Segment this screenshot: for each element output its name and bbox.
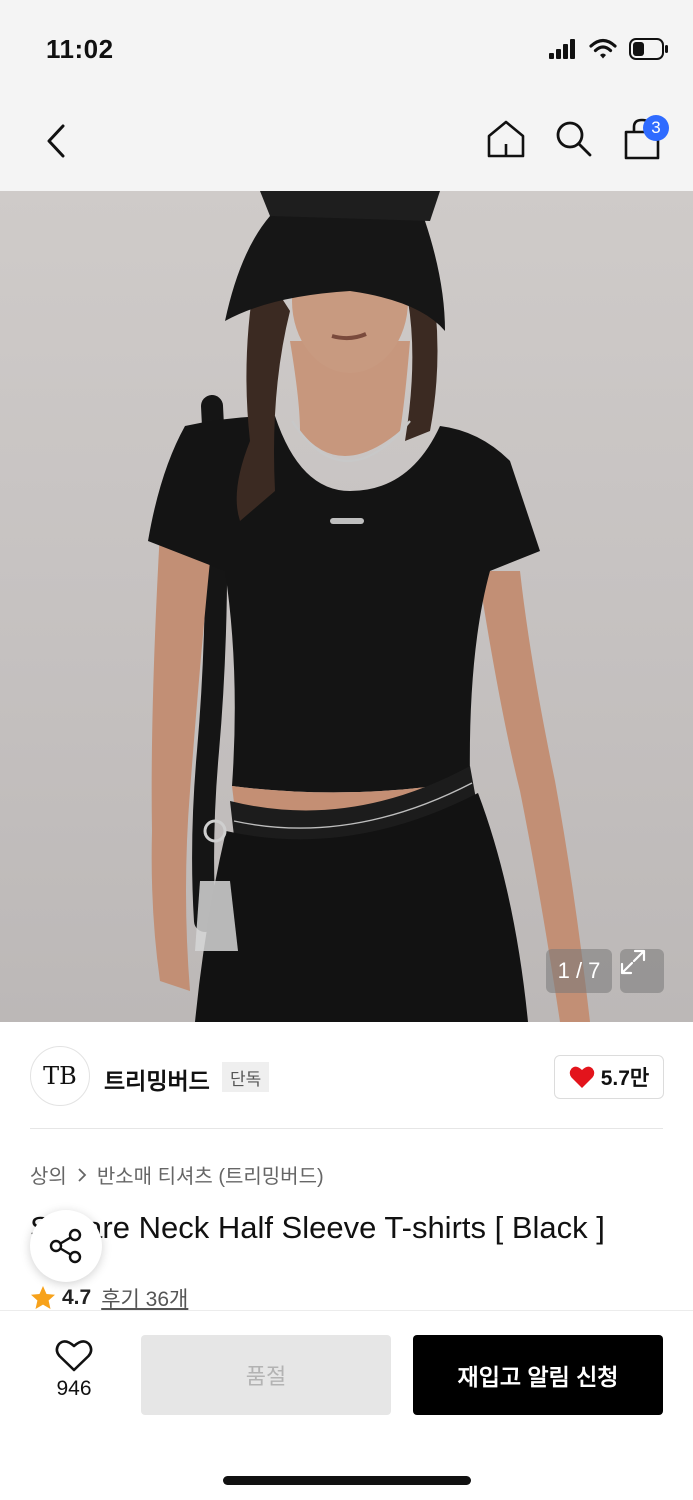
breadcrumb-subcategory[interactable]: 반소매 티셔츠 (트리밍버드) — [97, 1160, 324, 1189]
bottom-purchase-bar: 946 품절 재입고 알림 신청 — [0, 1310, 693, 1500]
search-button[interactable] — [553, 113, 595, 165]
cart-count-badge: 3 — [643, 115, 669, 141]
restock-alert-button[interactable]: 재입고 알림 신청 — [413, 1335, 663, 1415]
breadcrumb-category[interactable]: 상의 — [30, 1160, 67, 1189]
wishlist-count: 946 — [56, 1377, 92, 1400]
review-count-link[interactable]: 후기 36개 — [101, 1283, 188, 1313]
cart-button[interactable]: 3 — [621, 113, 669, 165]
status-bar: 11:02 — [0, 0, 693, 95]
brand-like-count: 5.7만 — [600, 1067, 650, 1090]
product-title: Square Neck Half Sleeve T-shirts [ Black… — [30, 1210, 605, 1245]
star-icon — [31, 1286, 55, 1309]
home-button[interactable] — [485, 113, 527, 165]
brand-like-button[interactable]: 5.7만 — [554, 1055, 664, 1099]
wishlist-button[interactable]: 946 — [38, 1339, 110, 1419]
exclusive-badge: 단독 — [222, 1062, 270, 1092]
status-time: 11:02 — [46, 34, 114, 64]
brand-name[interactable]: 트리밍버드 — [104, 1062, 210, 1096]
heart-icon — [569, 1066, 594, 1088]
share-icon — [49, 1228, 82, 1264]
wifi-icon — [589, 38, 617, 65]
battery-icon — [629, 38, 669, 65]
rating-value: 4.7 — [62, 1286, 92, 1309]
status-icons — [549, 38, 669, 65]
back-arrow-icon — [47, 124, 65, 158]
signal-icon — [549, 39, 577, 64]
brand-logo-text: TB — [43, 1062, 77, 1090]
brand-logo[interactable]: TB — [30, 1046, 90, 1106]
expand-icon — [620, 949, 646, 975]
brand-row: TB 트리밍버드 단독 5.7만 — [0, 1022, 693, 1130]
divider — [30, 1128, 663, 1129]
home-indicator — [223, 1476, 471, 1485]
share-button[interactable] — [30, 1210, 102, 1282]
back-button[interactable] — [36, 119, 76, 163]
nav-actions: 3 — [485, 113, 669, 165]
chevron-right-icon — [78, 1167, 87, 1182]
expand-image-button[interactable] — [620, 949, 664, 993]
image-counter: 1 / 7 — [546, 949, 612, 993]
sold-out-button: 품절 — [141, 1335, 391, 1415]
product-image-carousel[interactable]: 1 / 7 — [0, 191, 693, 1022]
search-icon — [556, 121, 592, 157]
navigation-bar: 3 — [0, 95, 693, 191]
home-icon — [487, 120, 525, 158]
breadcrumb: 상의 반소매 티셔츠 (트리밍버드) — [30, 1160, 324, 1189]
product-photo — [148, 191, 590, 1022]
rating-row: 4.7 후기 36개 — [30, 1283, 188, 1313]
heart-outline-icon — [55, 1340, 93, 1372]
